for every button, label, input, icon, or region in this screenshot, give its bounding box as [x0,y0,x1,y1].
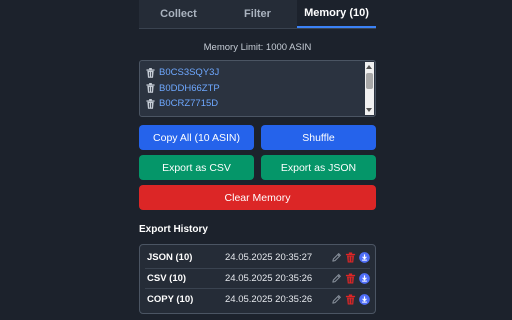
asin-list-scrollbar[interactable] [365,62,374,115]
asin-item: B0CRZ7715D [146,96,375,112]
history-row: JSON (10) 24.05.2025 20:35:27 [145,248,370,269]
history-type: COPY (10) [147,293,194,305]
history-date: 24.05.2025 20:35:27 [225,252,313,264]
history-actions [331,252,370,264]
copy-all-button[interactable]: Copy All (10 ASIN) [139,125,254,150]
button-row-clear: Clear Memory [139,185,376,210]
export-json-button[interactable]: Export as JSON [261,155,376,180]
trash-icon[interactable] [146,98,155,109]
download-icon[interactable] [359,252,370,264]
asin-link[interactable]: B0CRZ7715D [159,98,218,109]
tab-collect[interactable]: Collect [139,0,218,28]
tab-bar: Collect Filter Memory (10) [139,0,376,29]
tab-filter[interactable]: Filter [218,0,297,28]
download-icon[interactable] [359,272,370,284]
asin-list-box[interactable]: B0CS3SQY3J B0DDH66ZTP B0CRZ7715D [139,60,376,117]
pencil-icon[interactable] [331,252,342,263]
export-history-list: JSON (10) 24.05.2025 20:35:27 CSV (10) 2… [139,244,376,314]
trash-icon[interactable] [345,294,356,305]
scroll-thumb[interactable] [366,73,373,89]
trash-icon[interactable] [146,67,155,78]
asin-item: B0DDH66ZTP [146,81,375,97]
shuffle-button[interactable]: Shuffle [261,125,376,150]
history-date: 24.05.2025 20:35:26 [225,272,313,284]
trash-icon[interactable] [345,252,356,263]
tab-memory[interactable]: Memory (10) [297,0,376,28]
history-type: JSON (10) [147,252,193,264]
history-date: 24.05.2025 20:35:26 [225,293,313,305]
memory-panel: Collect Filter Memory (10) Memory Limit:… [139,0,376,320]
asin-list: B0CS3SQY3J B0DDH66ZTP B0CRZ7715D [140,61,375,112]
history-actions [331,293,370,305]
pencil-icon[interactable] [331,294,342,305]
asin-link[interactable]: B0CS3SQY3J [159,67,219,78]
history-type: CSV (10) [147,272,187,284]
history-actions [331,272,370,284]
history-row: CSV (10) 24.05.2025 20:35:26 [145,269,370,289]
pencil-icon[interactable] [331,273,342,284]
asin-link[interactable]: B0DDH66ZTP [159,83,220,94]
history-row: COPY (10) 24.05.2025 20:35:26 [145,289,370,310]
download-icon[interactable] [359,293,370,305]
scroll-up-arrow-icon[interactable] [366,65,372,69]
export-history-title: Export History [139,224,208,235]
clear-memory-button[interactable]: Clear Memory [139,185,376,210]
scroll-down-arrow-icon[interactable] [366,108,372,112]
export-csv-button[interactable]: Export as CSV [139,155,254,180]
memory-limit-text: Memory Limit: 1000 ASIN [203,42,312,53]
button-row-export: Export as CSV Export as JSON [139,155,376,180]
button-row-copy: Copy All (10 ASIN) Shuffle [139,125,376,150]
trash-icon[interactable] [146,83,155,94]
asin-item: B0CS3SQY3J [146,65,375,81]
trash-icon[interactable] [345,273,356,284]
